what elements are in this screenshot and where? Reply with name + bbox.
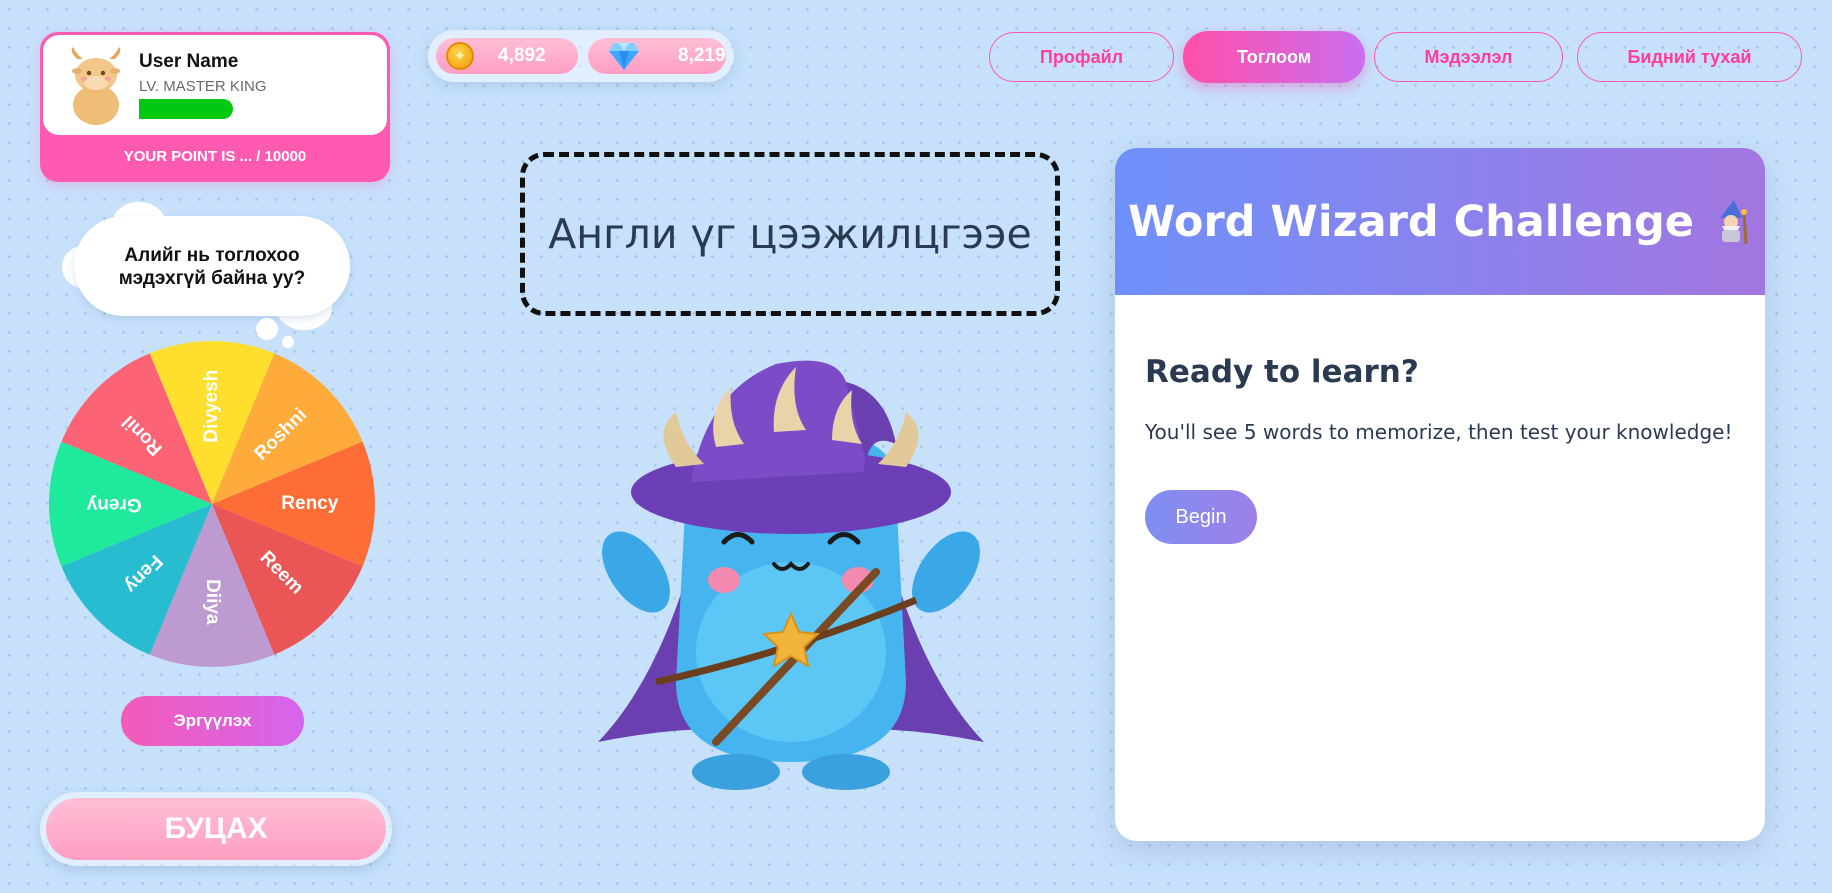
page-title: Англи үг цээжилцгээе — [548, 210, 1032, 258]
back-button-label: БУЦАХ — [46, 798, 386, 860]
challenge-card: Word Wizard Challenge Ready to learn? Yo… — [1115, 148, 1765, 841]
coin-icon — [446, 42, 474, 70]
card-title: Word Wizard Challenge — [1128, 196, 1694, 247]
profile-info: User Name LV. MASTER KING — [43, 35, 387, 135]
level-progress-bar — [139, 99, 233, 119]
diamond-icon — [609, 43, 639, 70]
wheel-label-divyesh: Divyesh — [201, 370, 222, 443]
nav-game[interactable]: Тоглоом — [1183, 31, 1365, 83]
spin-wheel[interactable]: Divyesh RoshniRencyReemDiiyaFenyGrenyRoni… — [47, 339, 377, 669]
begin-button[interactable]: Begin — [1145, 490, 1257, 544]
wizard-icon — [1719, 199, 1748, 244]
currency-bar: 4,892 8,219 — [428, 30, 734, 82]
card-header: Word Wizard Challenge — [1115, 148, 1765, 295]
profile-card: User Name LV. MASTER KING YOUR POINT IS … — [40, 32, 390, 182]
user-name: User Name — [139, 51, 239, 72]
wizard-monster-mascot — [598, 360, 984, 790]
gem-balance: 8,219 — [588, 38, 726, 74]
bull-avatar-icon — [71, 47, 121, 125]
bubble-line-1: Алийг нь тоглохоо — [124, 245, 300, 266]
coin-amount: 4,892 — [498, 45, 546, 66]
wheel-label-rency: Rency — [281, 493, 338, 514]
back-button[interactable]: БУЦАХ — [40, 792, 392, 866]
nav-profile[interactable]: Профайл — [989, 32, 1174, 82]
card-description: You'll see 5 words to memorize, then tes… — [1145, 420, 1733, 444]
bubble-line-2: мэдэхгүй байна уу? — [118, 268, 306, 289]
coin-balance: 4,892 — [436, 38, 578, 74]
wheel-label-greny: Greny — [86, 494, 141, 515]
card-heading: Ready to learn? — [1145, 354, 1419, 390]
gem-amount: 8,219 — [678, 45, 726, 66]
thought-bubble: Алийг нь тоглохоо мэдэхгүй байна уу? — [60, 200, 380, 360]
user-level: LV. MASTER KING — [139, 78, 267, 95]
title-box: Англи үг цээжилцгээе — [520, 152, 1060, 316]
spin-button[interactable]: Эргүүлэх — [121, 696, 304, 746]
bubble-text: Алийг нь тоглохоо мэдэхгүй байна уу? — [74, 244, 350, 290]
cloud-dot — [256, 318, 278, 340]
nav-info[interactable]: Мэдээлэл — [1374, 32, 1563, 82]
nav-about[interactable]: Бидний тухай — [1577, 32, 1802, 82]
points-text: YOUR POINT IS ... / 10000 — [123, 148, 307, 165]
wheel-label-diiya: Diiya — [202, 579, 223, 625]
